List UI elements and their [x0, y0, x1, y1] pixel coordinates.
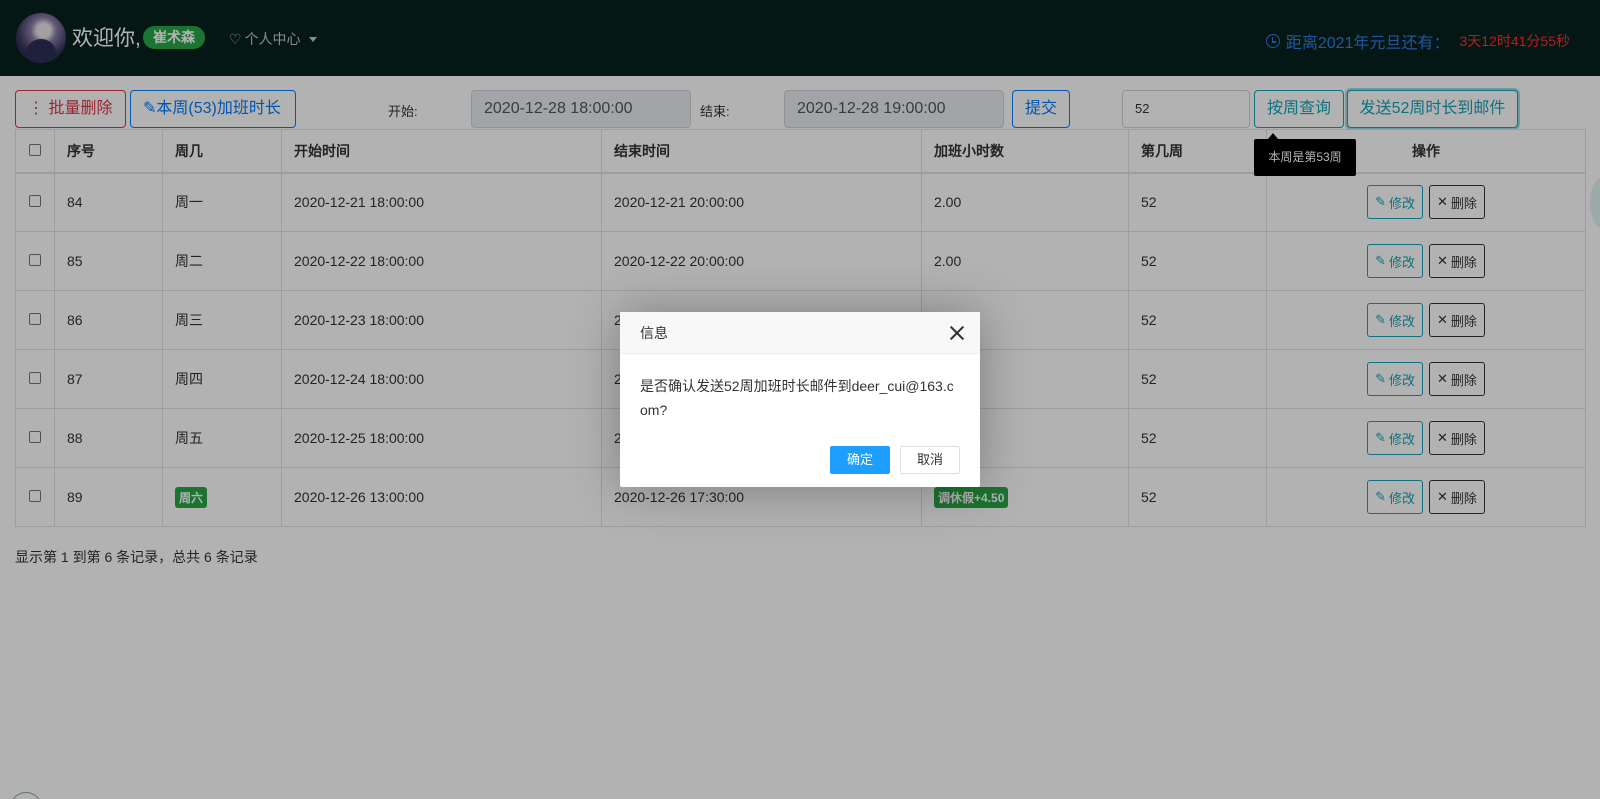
confirm-dialog: 信息 是否确认发送52周加班时长邮件到deer_cui@163.com? 确定 …	[620, 312, 980, 487]
cancel-button[interactable]: 取消	[900, 446, 960, 474]
dialog-title: 信息	[620, 312, 980, 354]
dialog-message: 是否确认发送52周加班时长邮件到deer_cui@163.com?	[640, 378, 954, 418]
close-icon[interactable]	[950, 326, 964, 340]
confirm-button[interactable]: 确定	[830, 446, 890, 474]
